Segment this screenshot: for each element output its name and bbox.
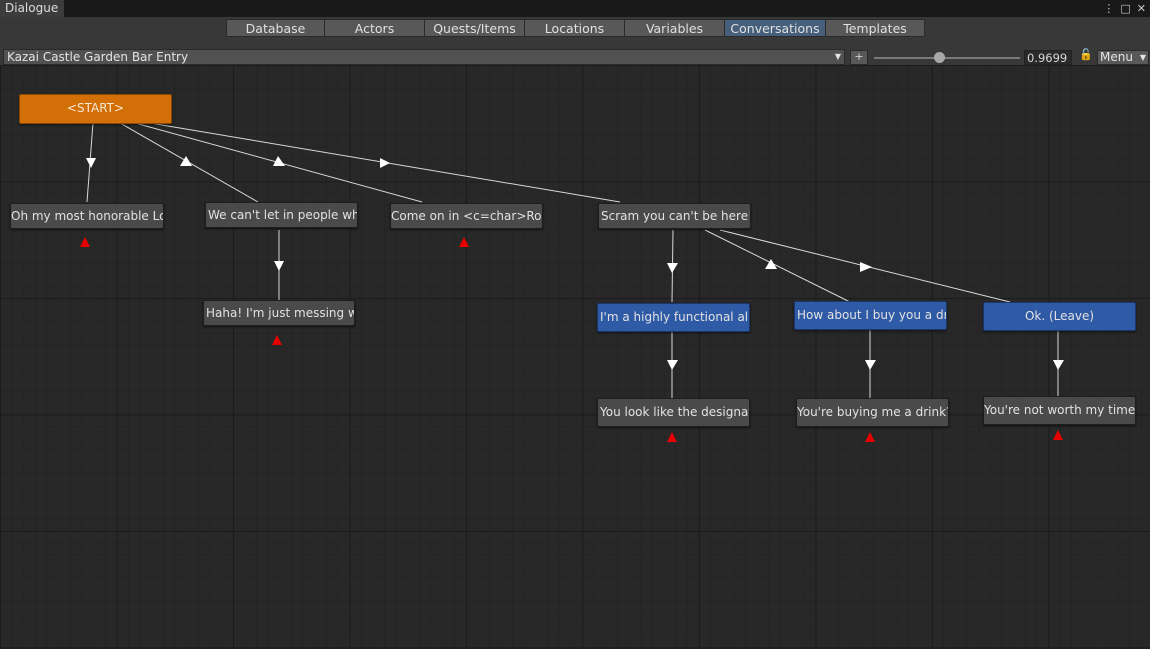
node-graph-canvas[interactable]: <START> Oh my most honorable Lord. We ca… [0,65,1150,649]
link-arrow [1053,360,1064,370]
node-text: Oh my most honorable Lord. [11,209,163,223]
warning-triangle-icon [667,432,677,442]
zoom-slider[interactable] [874,57,1020,59]
tab-quests-items[interactable]: Quests/Items [424,19,525,37]
node-links [86,122,1064,398]
conversation-select[interactable]: Kazai Castle Garden Bar Entry ▼ [3,49,845,65]
more-icon[interactable]: ⋮ [1103,2,1114,15]
warning-triangle-icon [865,432,875,442]
database-tabs: Database Actors Quests/Items Locations V… [226,19,925,37]
warning-triangle-icon [272,335,282,345]
window-controls: ⋮ □ ✕ [1103,0,1146,17]
node-text: You look like the designat [600,405,750,419]
tab-database[interactable]: Database [226,19,325,37]
tab-conversations[interactable]: Conversations [724,19,826,37]
warning-triangle-icon [1053,430,1063,440]
link-n4-n7 [704,229,851,303]
dialogue-node-npc[interactable]: We can't let in people who [205,202,358,228]
node-text: How about I buy you a drin [797,308,947,322]
dialogue-node-npc[interactable]: Haha! I'm just messing wit [203,300,355,326]
dialogue-node-npc[interactable]: You're buying me a drink? [796,398,949,427]
link-arrow [667,360,678,370]
link-arrow [274,261,284,271]
zoom-slider-thumb[interactable] [934,52,946,63]
warning-triangle-icon [80,237,90,247]
dialogue-node-npc[interactable]: You're not worth my time. [983,396,1136,425]
tab-variables[interactable]: Variables [624,19,725,37]
menu-label: Menu [1100,50,1133,64]
link-arrow [667,263,678,273]
dialogue-node-pc[interactable]: Ok. (Leave) [983,302,1136,331]
node-text: You're not worth my time. [984,403,1136,417]
chevron-down-icon: ▼ [1139,53,1146,62]
tab-templates[interactable]: Templates [825,19,925,37]
node-text: Come on in <c=char>Ronin< [391,209,542,223]
maximize-icon[interactable]: □ [1120,2,1130,15]
node-text: <START> [66,101,125,115]
dialogue-node-npc[interactable]: Oh my most honorable Lord. [10,203,164,229]
link-arrow [180,156,192,166]
dialogue-node-start[interactable]: <START> [19,94,172,124]
dialogue-node-npc[interactable]: You look like the designat [597,398,750,427]
lock-icon[interactable]: 🔓 [1079,48,1093,61]
node-text: We can't let in people who [208,208,358,222]
warning-triangle-icon [459,237,469,247]
window-tab-bar: Dialogue ⋮ □ ✕ [0,0,1150,17]
editor-toolbar: Database Actors Quests/Items Locations V… [0,17,1150,65]
link-arrow [865,360,876,370]
node-text: Ok. (Leave) [1024,309,1095,323]
tab-locations[interactable]: Locations [524,19,625,37]
conversation-title: Kazai Castle Garden Bar Entry [7,50,189,64]
dialogue-node-npc[interactable]: Come on in <c=char>Ronin< [390,203,543,229]
dialogue-node-pc[interactable]: I'm a highly functional al [597,303,750,332]
menu-button[interactable]: Menu ▼ [1097,50,1149,65]
dialogue-node-pc[interactable]: How about I buy you a drin [794,301,947,330]
tab-actors[interactable]: Actors [324,19,425,37]
link-arrow [380,158,390,168]
node-text: I'm a highly functional al [600,310,749,324]
dialogue-node-npc[interactable]: Scram you can't be here! T [598,203,751,229]
close-icon[interactable]: ✕ [1137,2,1146,15]
node-text: Scram you can't be here! T [601,209,751,223]
window-tab-dialogue[interactable]: Dialogue [0,0,64,17]
chevron-down-icon: ▼ [834,52,841,61]
zoom-value-field[interactable]: 0.9699 [1024,50,1072,65]
add-conversation-button[interactable]: + [850,50,868,65]
link-arrow [86,158,96,168]
link-arrow [860,262,872,272]
node-text: Haha! I'm just messing wit [206,306,355,320]
node-text: You're buying me a drink? [797,405,949,419]
